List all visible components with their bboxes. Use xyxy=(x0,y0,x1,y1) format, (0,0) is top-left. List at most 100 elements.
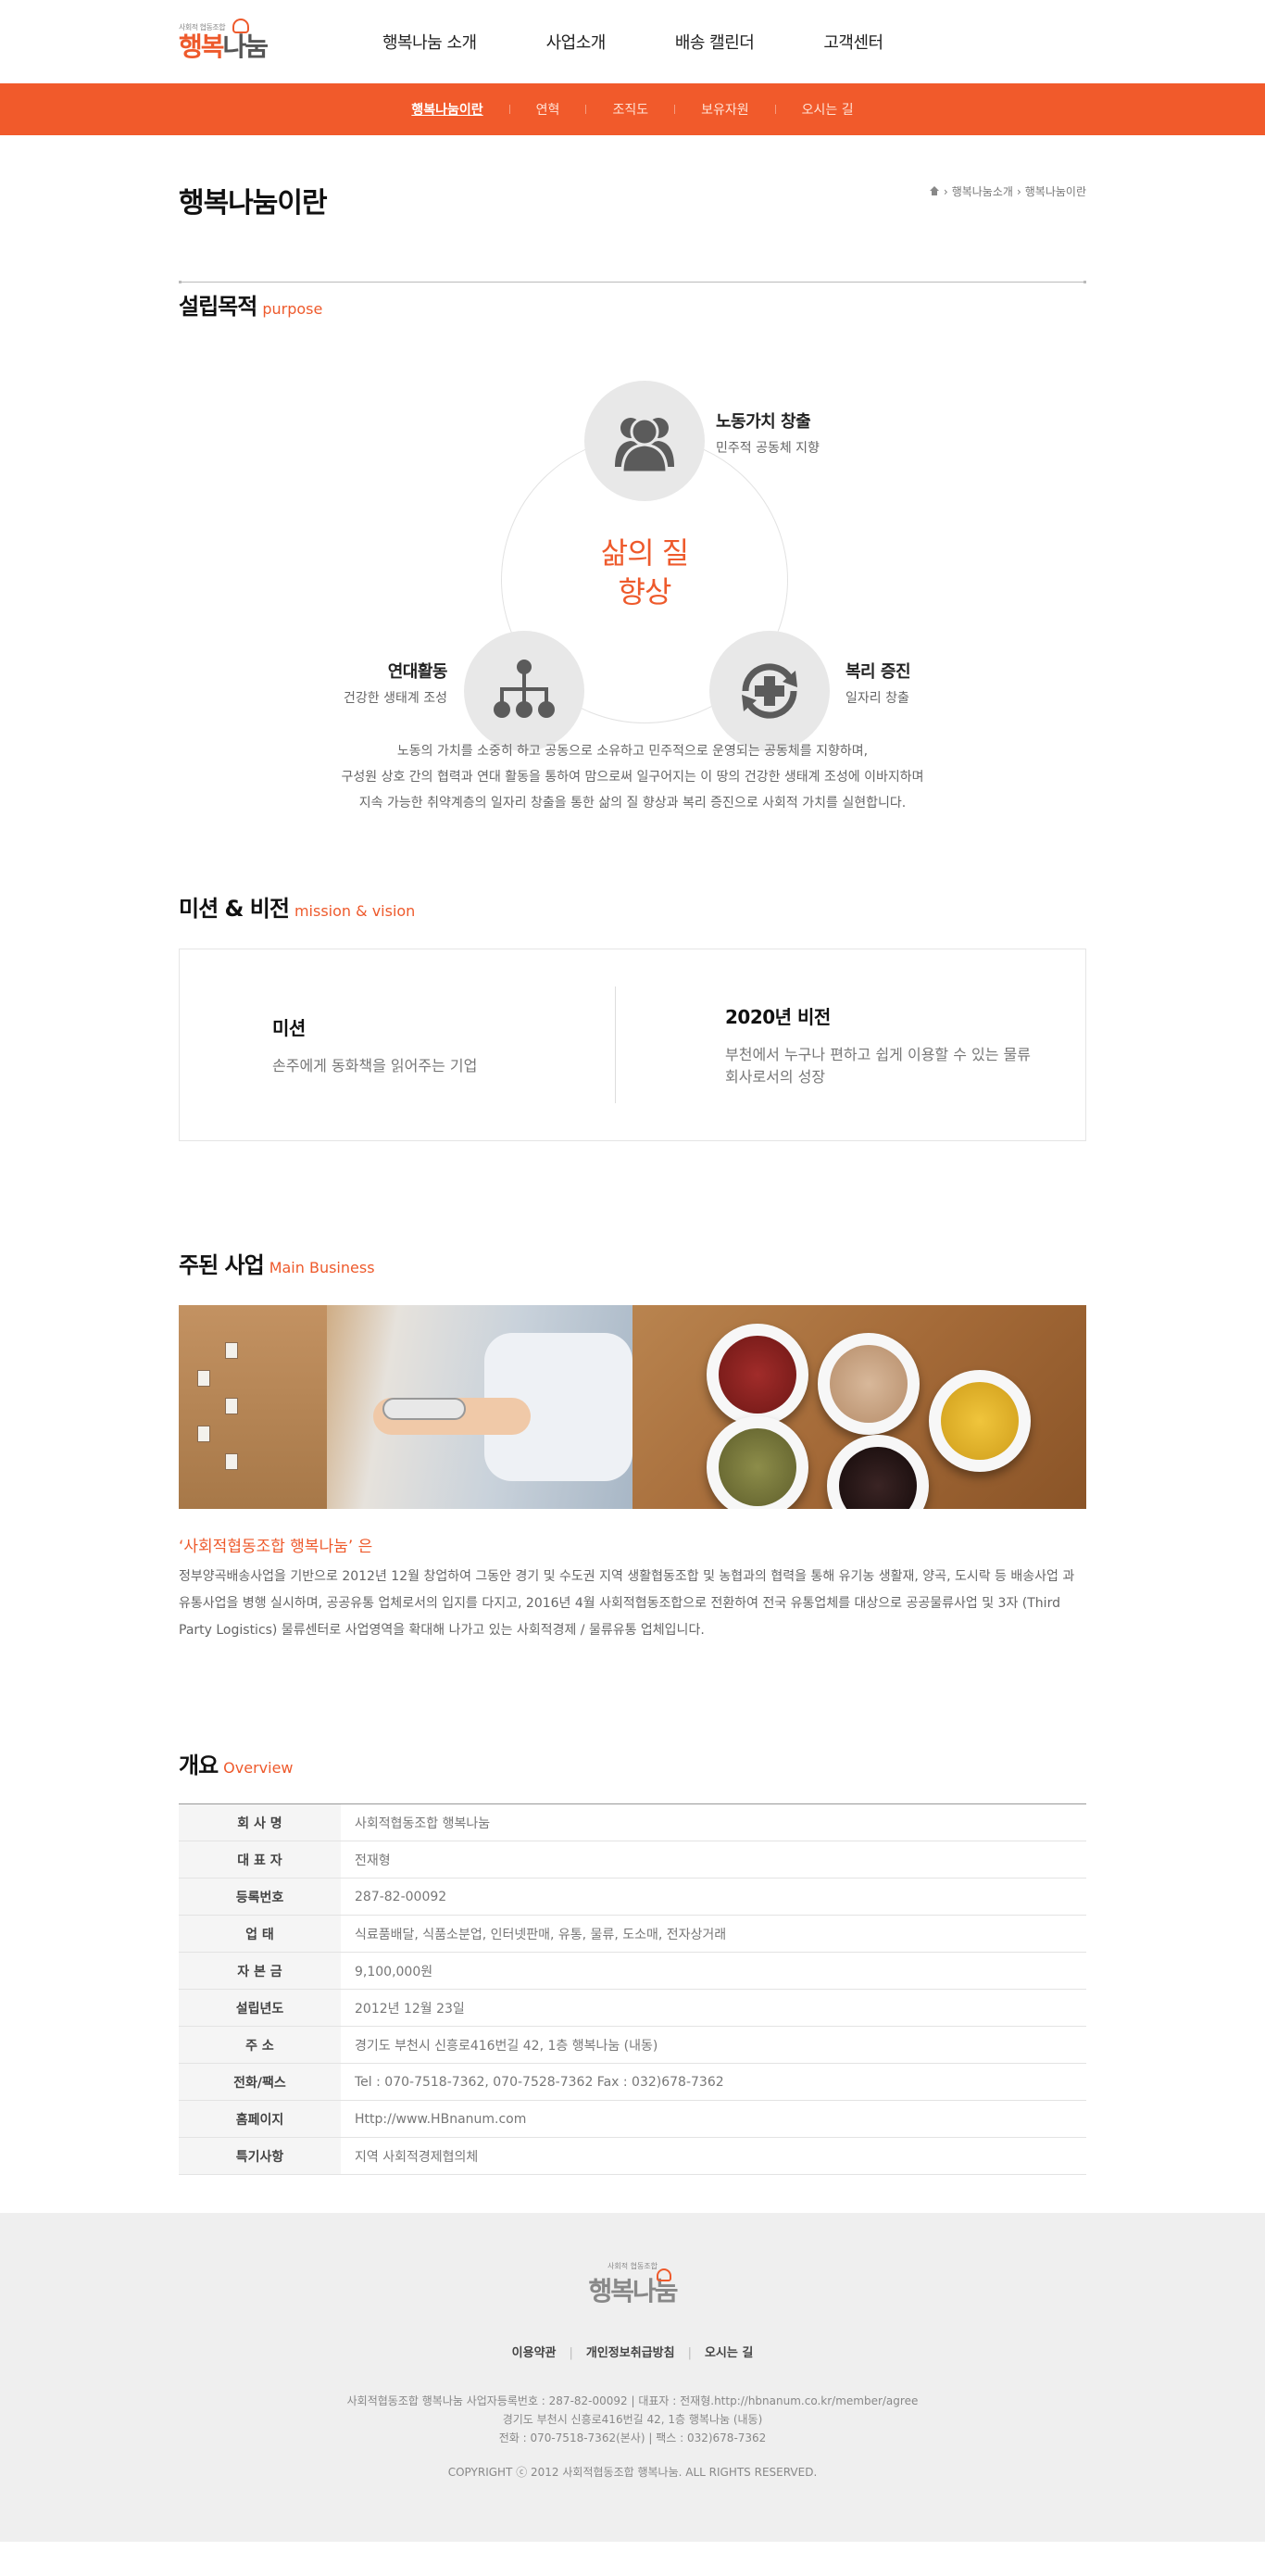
box-label xyxy=(225,1398,238,1414)
table-row: 전화/팩스 Tel : 070-7518-7362, 070-7528-7362 … xyxy=(179,2063,1086,2101)
node-label-solidarity: 연대활동 건강한 생태계 조성 xyxy=(318,659,447,707)
heading-text: 주된 사업 xyxy=(179,1252,265,1278)
footer-info-line: 경기도 부천시 신흥로416번길 42, 1층 행복나눔 (내동) xyxy=(502,2413,763,2426)
footer-links: 이용약관 | 개인정보취급방침 | 오시는 길 xyxy=(179,2343,1086,2360)
subnav-item-resources[interactable]: 보유자원 xyxy=(675,100,775,119)
nav-item-support[interactable]: 고객센터 xyxy=(823,30,883,54)
purpose-diagram: 삶의 질 향상 노동가치 창출 민주적 공동체 지향 연대활동 건강한 생태계 … xyxy=(179,325,1086,751)
logistics-photo xyxy=(179,1305,632,1509)
breadcrumb-sep: › xyxy=(1016,184,1021,198)
section-heading: 개요 Overview xyxy=(179,1747,1086,1779)
section-heading: 주된 사업 Main Business xyxy=(179,1247,1086,1279)
heading-en: Overview xyxy=(223,1759,294,1777)
breadcrumb-item-current: 행복나눔이란 xyxy=(1024,185,1086,198)
breadcrumb-sep: › xyxy=(943,184,948,198)
row-key: 업 태 xyxy=(179,1915,341,1953)
row-key: 홈페이지 xyxy=(179,2100,341,2138)
main-nav: 행복나눔 소개 사업소개 배송 캘린더 고객센터 xyxy=(382,30,953,54)
row-value: 전재형 xyxy=(341,1841,1086,1879)
logo-text-part2: 나눔 xyxy=(222,31,269,62)
people-icon xyxy=(615,417,674,474)
table-row: 자 본 금 9,100,000원 xyxy=(179,1952,1086,1990)
row-key: 회 사 명 xyxy=(179,1803,341,1841)
bowl xyxy=(707,1324,808,1426)
footer-info-line: 전화 : 070-7518-7362(본사) | 팩스 : 032)678-73… xyxy=(498,2431,767,2444)
page-title-area: 행복나눔이란 › 행복나눔소개 › 행복나눔이란 xyxy=(0,135,1265,288)
nav-item-business[interactable]: 사업소개 xyxy=(546,30,607,54)
node-label-welfare: 복리 증진 일자리 창출 xyxy=(845,659,911,707)
row-value: 2012년 12월 23일 xyxy=(341,1989,1086,2027)
footer-link-directions[interactable]: 오시는 길 xyxy=(692,2346,766,2360)
org-chart-icon xyxy=(494,660,555,718)
row-value: 지역 사회적경제협의체 xyxy=(341,2137,1086,2175)
business-desc: 정부양곡배송사업을 기반으로 2012년 12월 창업하여 그동안 경기 및 수… xyxy=(179,1569,1075,1638)
purpose-section: 설립목적 purpose 삶의 질 향상 노동가치 창출 민주적 공동체 지향 … xyxy=(179,288,1086,890)
box-label xyxy=(225,1342,238,1359)
grain xyxy=(839,1447,917,1509)
subnav-item-intro[interactable]: 행복나눔이란 xyxy=(385,100,508,119)
row-key: 주 소 xyxy=(179,2026,341,2064)
box-label xyxy=(197,1370,210,1387)
row-key: 설립년도 xyxy=(179,1989,341,2027)
vision-title: 2020년 비전 xyxy=(725,1005,831,1028)
row-key: 자 본 금 xyxy=(179,1952,341,1990)
diagram-center-text: 삶의 질 향상 xyxy=(501,534,788,611)
box-label xyxy=(197,1426,210,1442)
mission-vision-box: 미션 손주에게 동화책을 읽어주는 기업 2020년 비전 부천에서 누구나 편… xyxy=(179,949,1086,1141)
table-row: 홈페이지 Http://www.HBnanum.com xyxy=(179,2100,1086,2138)
subnav-item-directions[interactable]: 오시는 길 xyxy=(776,100,880,119)
table-row: 대 표 자 전재형 xyxy=(179,1841,1086,1879)
footer-link-privacy[interactable]: 개인정보취급방침 xyxy=(573,2346,688,2360)
mission-section: 미션 & 비전 mission & vision 미션 손주에게 동화책을 읽어주… xyxy=(179,890,1086,1247)
table-row: 업 태 식료품배달, 식품소분업, 인터넷판매, 유통, 물류, 도소매, 전자상… xyxy=(179,1915,1086,1953)
medical-cross-icon xyxy=(742,663,797,719)
home-icon[interactable] xyxy=(929,186,940,196)
footer-info: 사회적협동조합 행복나눔 사업자등록번호 : 287-82-00092 | 대표… xyxy=(179,2392,1086,2447)
sub-nav: 행복나눔이란 연혁 조직도 보유자원 오시는 길 xyxy=(0,83,1265,135)
breadcrumb-item[interactable]: 행복나눔소개 xyxy=(952,183,1013,199)
nav-item-calendar[interactable]: 배송 캘린더 xyxy=(675,30,755,54)
subnav-item-organization[interactable]: 조직도 xyxy=(586,100,674,119)
row-value: 경기도 부천시 신흥로416번길 42, 1층 행복나눔 (내동) xyxy=(341,2026,1086,2064)
subnav-item-history[interactable]: 연혁 xyxy=(510,100,586,119)
footer-info-line: 사회적협동조합 행복나눔 사업자등록번호 : 287-82-00092 | 대표… xyxy=(346,2394,919,2407)
bowl xyxy=(818,1333,920,1435)
row-value[interactable]: Http://www.HBnanum.com xyxy=(341,2100,1086,2138)
node-title: 복리 증진 xyxy=(845,662,911,682)
node-labor-value xyxy=(584,381,705,501)
node-subtitle: 민주적 공동체 지향 xyxy=(716,441,820,456)
overview-table: 회 사 명 사회적협동조합 행복나눔 대 표 자 전재형 등록번호 287-82-00… xyxy=(179,1803,1086,2175)
heading-text: 개요 xyxy=(179,1753,219,1778)
title-divider xyxy=(179,280,1086,283)
section-heading: 설립목적 purpose xyxy=(179,288,1086,320)
box-label xyxy=(225,1453,238,1470)
row-value: 9,100,000원 xyxy=(341,1952,1086,1990)
footer-link-terms[interactable]: 이용약관 xyxy=(499,2346,570,2360)
mv-divider xyxy=(615,986,616,1103)
center-line1: 삶의 질 xyxy=(600,535,690,571)
business-title: ‘사회적협동조합 행복나눔’ 은 xyxy=(179,1538,373,1556)
heading-en: purpose xyxy=(262,300,323,318)
node-subtitle: 일자리 창출 xyxy=(845,691,909,706)
node-subtitle: 건강한 생태계 조성 xyxy=(344,691,447,706)
heading-text: 설립목적 xyxy=(179,294,257,320)
row-key: 전화/팩스 xyxy=(179,2063,341,2101)
logo-text: 행복나눔 xyxy=(179,31,271,62)
bowl xyxy=(827,1435,929,1509)
heading-text: 미션 & 비전 xyxy=(179,896,290,922)
footer-logo[interactable]: 사회적 협동조합 행복나눔 xyxy=(586,2261,679,2324)
desc-line: 노동의 가치를 소중히 하고 공동으로 소유하고 민주적으로 운영되는 공동체를… xyxy=(396,744,869,759)
site-logo[interactable]: 사회적 협동조합 행복나눔 xyxy=(179,9,271,74)
table-row: 특기사항 지역 사회적경제협의체 xyxy=(179,2137,1086,2175)
breadcrumb: › 행복나눔소개 › 행복나눔이란 xyxy=(929,183,1086,199)
section-heading: 미션 & 비전 mission & vision xyxy=(179,890,1086,923)
box-graphic xyxy=(179,1305,327,1509)
grain xyxy=(719,1428,796,1506)
node-label-labor: 노동가치 창출 민주적 공동체 지향 xyxy=(716,408,820,457)
node-solidarity xyxy=(464,631,584,751)
node-welfare xyxy=(709,631,830,751)
nav-item-about[interactable]: 행복나눔 소개 xyxy=(382,30,477,54)
mission-desc: 손주에게 동화책을 읽어주는 기업 xyxy=(272,1056,478,1074)
row-key: 대 표 자 xyxy=(179,1841,341,1879)
vision-desc: 부천에서 누구나 편하고 쉽게 이용할 수 있는 물류회사로서의 성장 xyxy=(725,1045,1032,1086)
